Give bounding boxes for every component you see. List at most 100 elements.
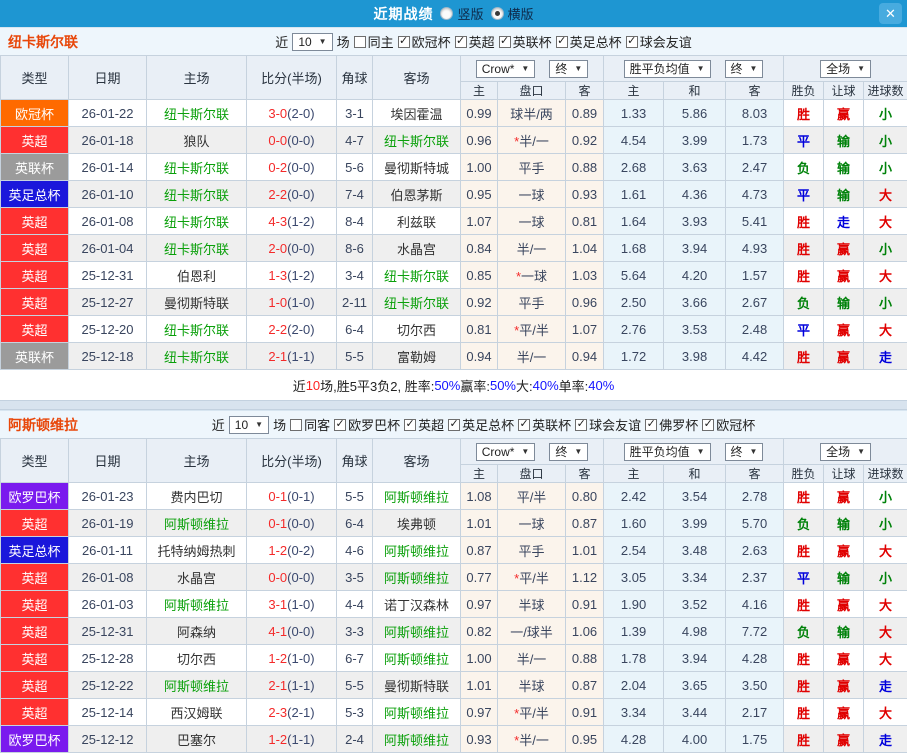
match-row: 英超26-01-08纽卡斯尔联4-3(1-2)8-4利兹联1.07一球0.811… bbox=[1, 208, 907, 235]
same-venue-checkbox[interactable] bbox=[290, 419, 302, 431]
half-score: (0-1) bbox=[287, 489, 314, 504]
league-filter-option[interactable]: ✓英联杯 bbox=[499, 32, 552, 51]
result-outcome: 平 bbox=[784, 181, 824, 208]
league-filter-checkbox[interactable]: ✓ bbox=[645, 419, 657, 431]
avg-select[interactable]: 胜平负均值▼ bbox=[624, 60, 711, 78]
result-handicap: 输 bbox=[824, 510, 864, 537]
result-outcome: 胜 bbox=[784, 208, 824, 235]
same-venue-checkbox[interactable] bbox=[354, 36, 366, 48]
avg-home: 4.54 bbox=[604, 127, 664, 154]
odds-home: 0.87 bbox=[461, 537, 498, 564]
match-date: 26-01-10 bbox=[69, 181, 147, 208]
score-cell: 2-1(1-1) bbox=[247, 672, 337, 699]
league-filter-checkbox[interactable]: ✓ bbox=[575, 419, 587, 431]
check-icon: ✓ bbox=[406, 419, 415, 430]
league-filter-option[interactable]: ✓欧罗巴杯 bbox=[334, 415, 400, 434]
avg-final-select-label: 终 bbox=[731, 62, 743, 76]
full-score: 0-1 bbox=[268, 489, 287, 504]
result-outcome: 胜 bbox=[784, 100, 824, 127]
team-name: 阿斯顿维拉 bbox=[8, 415, 78, 435]
league-badge: 欧冠杯 bbox=[1, 100, 69, 127]
avg-select[interactable]: 胜平负均值▼ bbox=[624, 443, 711, 461]
league-filter-option[interactable]: ✓欧冠杯 bbox=[398, 32, 451, 51]
avg-group-header: 胜平负均值▼ 终▼ bbox=[604, 56, 784, 82]
odds-away: 0.88 bbox=[566, 645, 604, 672]
league-filter-checkbox[interactable]: ✓ bbox=[556, 36, 568, 48]
recent-count-select[interactable]: 10▼ bbox=[292, 33, 332, 51]
result-handicap: 赢 bbox=[824, 672, 864, 699]
league-filter-option[interactable]: ✓英超 bbox=[404, 415, 444, 434]
odds-final-select[interactable]: 终▼ bbox=[549, 443, 588, 461]
odds-home: 0.81 bbox=[461, 316, 498, 343]
avg-home: 2.04 bbox=[604, 672, 664, 699]
league-badge: 英联杯 bbox=[1, 343, 69, 370]
corner-score: 3-5 bbox=[337, 564, 373, 591]
league-filter-option[interactable]: ✓球会友谊 bbox=[626, 32, 692, 51]
odds-away: 0.96 bbox=[566, 289, 604, 316]
match-date: 25-12-27 bbox=[69, 289, 147, 316]
league-filter-checkbox[interactable]: ✓ bbox=[448, 419, 460, 431]
result-goals: 大 bbox=[864, 262, 907, 289]
same-venue-option[interactable]: 同主 bbox=[354, 32, 394, 51]
away-team: 曼彻斯特联 bbox=[373, 672, 461, 699]
full-match-select[interactable]: 全场▼ bbox=[820, 443, 871, 461]
away-team: 纽卡斯尔联 bbox=[373, 289, 461, 316]
odds-final-select[interactable]: 终▼ bbox=[549, 60, 588, 78]
league-filter-checkbox[interactable]: ✓ bbox=[398, 36, 410, 48]
away-team: 埃因霍温 bbox=[373, 100, 461, 127]
avg-home: 1.68 bbox=[604, 235, 664, 262]
league-filter-checkbox[interactable]: ✓ bbox=[455, 36, 467, 48]
col-type: 类型 bbox=[1, 439, 69, 483]
league-filter-option[interactable]: ✓球会友谊 bbox=[575, 415, 641, 434]
corner-score: 3-1 bbox=[337, 100, 373, 127]
corner-score: 6-4 bbox=[337, 510, 373, 537]
close-button[interactable]: ✕ bbox=[879, 3, 902, 24]
check-icon: ✓ bbox=[456, 36, 465, 47]
odds-home: 1.01 bbox=[461, 672, 498, 699]
summary-segment: 场,胜5平3负2, 胜率: bbox=[320, 376, 434, 395]
recent-count-select[interactable]: 10▼ bbox=[229, 416, 269, 434]
col-odds-away: 客 bbox=[566, 82, 604, 100]
half-score: (2-0) bbox=[287, 106, 314, 121]
result-goals: 大 bbox=[864, 208, 907, 235]
col-odds-handicap: 盘口 bbox=[498, 465, 566, 483]
avg-final-select[interactable]: 终▼ bbox=[725, 60, 764, 78]
vertical-layout-option[interactable]: 竖版 bbox=[440, 4, 483, 23]
caret-down-icon: ▼ bbox=[521, 62, 529, 76]
league-filter-checkbox[interactable]: ✓ bbox=[518, 419, 530, 431]
avg-group-header: 胜平负均值▼ 终▼ bbox=[604, 439, 784, 465]
league-filter-checkbox[interactable]: ✓ bbox=[626, 36, 638, 48]
same-venue-option[interactable]: 同客 bbox=[290, 415, 330, 434]
league-filter-option[interactable]: ✓英联杯 bbox=[518, 415, 571, 434]
summary-segment: 近 bbox=[293, 376, 306, 395]
avg-away: 2.67 bbox=[726, 289, 784, 316]
league-filter-option[interactable]: ✓佛罗杯 bbox=[645, 415, 698, 434]
avg-draw: 4.00 bbox=[664, 726, 726, 753]
crow-odds-select[interactable]: Crow*▼ bbox=[476, 60, 536, 78]
match-date: 26-01-08 bbox=[69, 208, 147, 235]
full-match-select[interactable]: 全场▼ bbox=[820, 60, 871, 78]
result-goals: 大 bbox=[864, 181, 907, 208]
match-date: 26-01-08 bbox=[69, 564, 147, 591]
league-filter-checkbox[interactable]: ✓ bbox=[702, 419, 714, 431]
league-filter-option[interactable]: ✓欧冠杯 bbox=[702, 415, 755, 434]
league-filter-option[interactable]: ✓英足总杯 bbox=[448, 415, 514, 434]
league-filter-checkbox[interactable]: ✓ bbox=[499, 36, 511, 48]
league-filter-option[interactable]: ✓英超 bbox=[455, 32, 495, 51]
corner-score: 6-4 bbox=[337, 316, 373, 343]
col-odds-away: 客 bbox=[566, 465, 604, 483]
horizontal-layout-option[interactable]: 横版 bbox=[491, 4, 534, 23]
league-badge: 欧罗巴杯 bbox=[1, 483, 69, 510]
home-team: 纽卡斯尔联 bbox=[147, 154, 247, 181]
crow-odds-select[interactable]: Crow*▼ bbox=[476, 443, 536, 461]
league-filter-checkbox[interactable]: ✓ bbox=[334, 419, 346, 431]
col-score: 比分(半场) bbox=[247, 56, 337, 100]
league-filter-option[interactable]: ✓英足总杯 bbox=[556, 32, 622, 51]
result-outcome: 胜 bbox=[784, 645, 824, 672]
avg-final-select[interactable]: 终▼ bbox=[725, 443, 764, 461]
avg-away: 2.17 bbox=[726, 699, 784, 726]
league-filter-label: 英足总杯 bbox=[570, 32, 622, 51]
league-filter-checkbox[interactable]: ✓ bbox=[404, 419, 416, 431]
result-handicap: 赢 bbox=[824, 100, 864, 127]
avg-home: 4.28 bbox=[604, 726, 664, 753]
